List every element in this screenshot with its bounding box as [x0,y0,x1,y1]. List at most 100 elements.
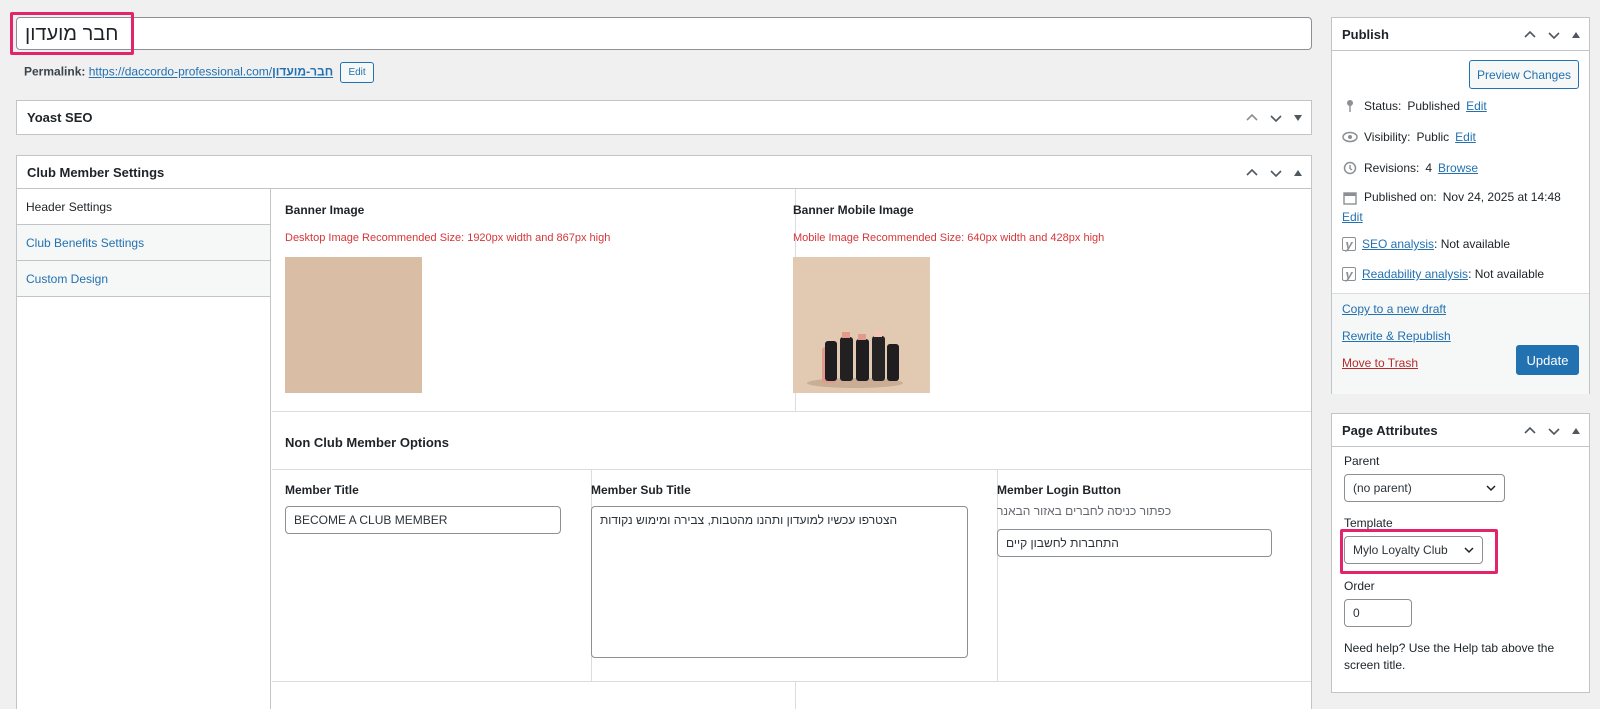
page-attributes-title: Page Attributes [1342,422,1438,438]
visibility-edit-link[interactable]: Edit [1455,130,1476,144]
published-on-row: Published on: Nov 24, 2025 at 14:48 [1342,190,1561,206]
seo-analysis-link[interactable]: SEO analysis [1362,237,1434,251]
move-up-icon[interactable] [1245,111,1259,125]
toggle-panel-icon[interactable] [1293,113,1303,123]
visibility-value: Public [1416,130,1450,144]
tab-header-settings[interactable]: Header Settings [17,189,270,225]
move-up-icon[interactable] [1523,424,1537,438]
readability-value: : Not available [1468,267,1545,281]
status-value: Published [1407,99,1461,113]
post-title-field[interactable]: חבר מועדון [16,17,1312,50]
published-label: Published on: [1364,190,1437,204]
template-label: Template [1344,516,1393,530]
preview-changes-button[interactable]: Preview Changes [1469,60,1579,89]
toggle-panel-icon[interactable] [1293,168,1303,178]
tab-club-benefits-settings[interactable]: Club Benefits Settings [17,225,270,261]
move-to-trash-link[interactable]: Move to Trash [1342,356,1418,370]
permalink-slug: חבר-מועדון [272,64,334,79]
seo-analysis-value: : Not available [1434,237,1511,251]
tab-custom-design[interactable]: Custom Design [17,261,270,297]
club-settings-header[interactable]: Club Member Settings [17,156,1311,189]
club-settings-title: Club Member Settings [27,164,165,180]
club-member-settings-box: Club Member Settings Header Settings Clu… [16,155,1312,709]
move-down-icon[interactable] [1547,28,1561,42]
status-label: Status: [1364,99,1402,113]
visibility-row: Visibility: Public Edit [1342,129,1476,145]
member-title-input[interactable]: BECOME A CLUB MEMBER [285,506,561,534]
visibility-label: Visibility: [1364,130,1411,144]
publish-header[interactable]: Publish [1332,18,1589,51]
eye-icon [1342,129,1358,145]
revisions-browse-link[interactable]: Browse [1438,161,1478,175]
yoast-icon: y [1342,267,1356,282]
non-member-heading: Non Club Member Options [285,435,449,450]
rewrite-republish-link[interactable]: Rewrite & Republish [1342,329,1451,343]
copy-draft-link[interactable]: Copy to a new draft [1342,302,1446,316]
product-bottles-image [793,257,930,393]
row-divider [272,681,1311,682]
order-input[interactable]: 0 [1344,599,1412,627]
banner-image-preview[interactable] [285,257,422,393]
member-subtitle-value: הצטרפו עכשיו למועדון ותהנו מהטבות, צבירה… [600,513,898,527]
permalink-row: Permalink: https://daccordo-professional… [24,62,374,83]
permalink-label: Permalink: [24,64,86,79]
revisions-label: Revisions: [1364,161,1420,175]
banner-image-label: Banner Image [285,203,365,217]
move-down-icon[interactable] [1269,111,1283,125]
move-up-icon[interactable] [1245,166,1259,180]
published-edit-link[interactable]: Edit [1342,210,1363,224]
move-up-icon[interactable] [1523,28,1537,42]
toggle-panel-icon[interactable] [1571,426,1581,436]
status-row: Status: Published Edit [1342,98,1487,114]
yoast-icon: y [1342,237,1356,252]
page-attributes-box: Page Attributes Parent (no parent) Templ… [1331,413,1590,693]
revisions-row: Revisions: 4 Browse [1342,160,1478,176]
permalink-edit-button[interactable]: Edit [340,62,374,83]
row-divider [272,469,1311,470]
title-highlight-box [10,12,134,55]
revisions-value: 4 [1425,161,1433,175]
move-down-icon[interactable] [1547,424,1561,438]
update-button[interactable]: Update [1516,345,1579,375]
chevron-down-icon [1486,481,1496,495]
permalink-base: https://daccordo-professional.com/ [88,64,273,79]
published-value: Nov 24, 2025 at 14:48 [1442,190,1561,204]
template-highlight-box [1340,529,1498,574]
member-subtitle-textarea[interactable]: הצטרפו עכשיו למועדון ותהנו מהטבות, צבירה… [591,506,968,658]
move-down-icon[interactable] [1269,166,1283,180]
settings-tabs: Header Settings Club Benefits Settings C… [17,189,271,709]
banner-mobile-preview[interactable] [793,257,930,393]
status-edit-link[interactable]: Edit [1466,99,1487,113]
parent-select[interactable]: (no parent) [1344,474,1505,502]
member-login-input[interactable]: התחברות לחשבון קיים [997,529,1272,557]
row-divider [272,411,1311,412]
permalink-link[interactable]: https://daccordo-professional.com/חבר-מו… [89,65,333,79]
banner-mobile-label: Banner Mobile Image [793,203,914,217]
order-label: Order [1344,579,1375,593]
readability-link[interactable]: Readability analysis [1362,267,1468,281]
publish-box: Publish Preview Changes Status: Publishe… [1331,17,1590,394]
history-icon [1342,160,1358,176]
banner-image-note: Desktop Image Recommended Size: 1920px w… [285,232,611,244]
yoast-seo-title: Yoast SEO [27,110,93,125]
help-text: Need help? Use the Help tab above the sc… [1344,641,1555,672]
calendar-icon [1342,190,1358,206]
member-login-label: Member Login Button [997,483,1121,497]
member-title-label: Member Title [285,483,359,497]
yoast-seo-box: Yoast SEO [16,100,1312,135]
parent-label: Parent [1344,454,1380,468]
column-divider [795,681,796,709]
member-login-description: כפתור כניסה לחברים באזור הבאנר [997,504,1172,518]
parent-value: (no parent) [1353,481,1412,495]
banner-mobile-note: Mobile Image Recommended Size: 640px wid… [793,232,1105,244]
seo-analysis-row: y SEO analysis: Not available [1342,237,1511,252]
readability-row: y Readability analysis: Not available [1342,267,1545,282]
column-divider [997,469,998,681]
member-login-value: התחברות לחשבון קיים [1006,536,1119,550]
toggle-panel-icon[interactable] [1571,30,1581,40]
pin-icon [1342,98,1358,114]
page-attributes-header[interactable]: Page Attributes [1332,414,1589,447]
yoast-seo-header[interactable]: Yoast SEO [17,101,1311,134]
publish-title: Publish [1342,26,1389,42]
member-subtitle-label: Member Sub Title [591,483,691,497]
